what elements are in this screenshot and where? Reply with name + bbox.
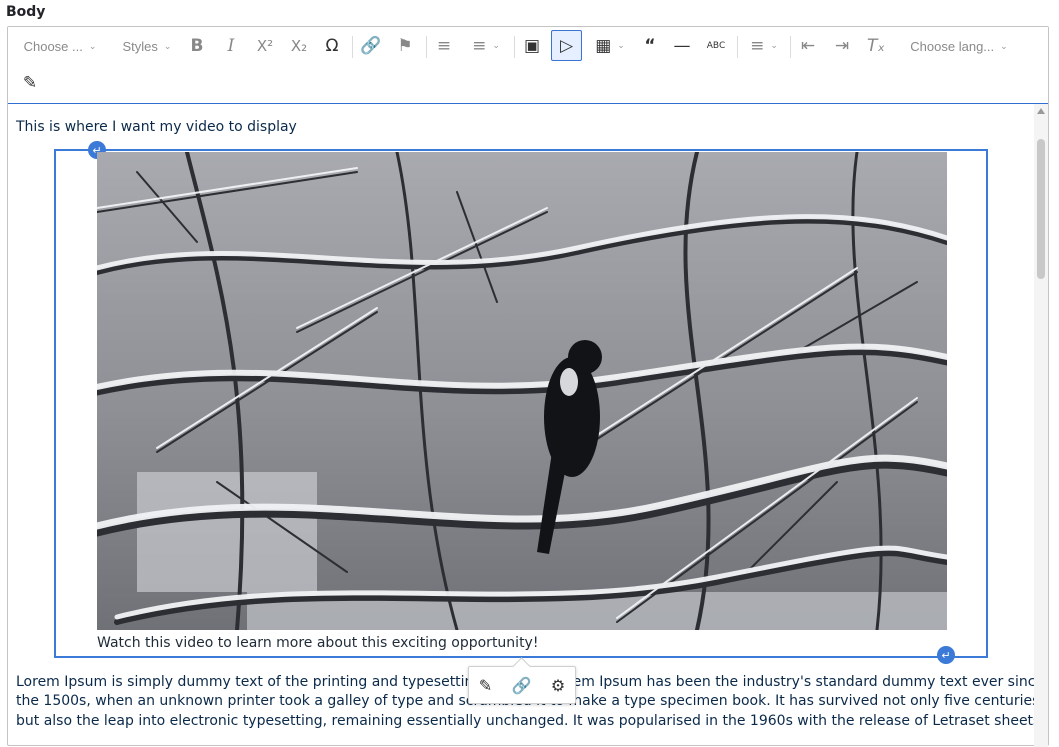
language-dropdown[interactable]: Choose lang... ⌄: [904, 32, 1014, 60]
edit-pencil-icon[interactable]: ✎: [479, 676, 492, 695]
italic-icon[interactable]: I: [217, 32, 245, 60]
toolbar-divider: [514, 36, 515, 58]
align-icon[interactable]: ≡ ⌄: [742, 32, 786, 60]
special-characters-icon[interactable]: Ω: [318, 32, 346, 60]
media-balloon-toolbar: ✎ 🔗 ⚙: [468, 666, 576, 704]
editor-scrollbar[interactable]: [1034, 104, 1048, 747]
field-label: Body: [6, 4, 46, 20]
outdent-icon[interactable]: ⇤: [794, 32, 822, 60]
source-abc-icon[interactable]: ABC: [702, 32, 730, 60]
editor-toolbar: Choose ... ⌄ Styles ⌄ B I X² X₂ Ω 🔗 ⚑ ≡ ≡ ⌄…: [8, 27, 1048, 104]
styles-dropdown[interactable]: Styles ⌄: [116, 32, 178, 60]
horizontal-line-icon[interactable]: —: [668, 32, 696, 60]
source-editing-icon[interactable]: ✎: [16, 69, 44, 97]
anchor-flag-icon[interactable]: ⚑: [391, 32, 419, 60]
numbered-list-icon[interactable]: ≡ ⌄: [464, 32, 508, 60]
chevron-down-icon: ⌄: [770, 41, 778, 51]
link-icon[interactable]: 🔗: [357, 32, 385, 60]
scroll-up-arrow-icon[interactable]: [1037, 108, 1045, 114]
rich-text-editor: Choose ... ⌄ Styles ⌄ B I X² X₂ Ω 🔗 ⚑ ≡ ≡ ⌄…: [7, 26, 1049, 747]
heading-dropdown[interactable]: Choose ... ⌄: [20, 32, 100, 60]
chevron-down-icon: ⌄: [492, 41, 500, 51]
insert-paragraph-after-icon[interactable]: ↵: [937, 646, 955, 664]
video-caption[interactable]: Watch this video to learn more about thi…: [97, 635, 538, 651]
toolbar-divider: [790, 36, 791, 58]
styles-dropdown-label: Styles: [122, 38, 158, 54]
chevron-down-icon: ⌄: [88, 40, 97, 51]
toolbar-divider: [352, 36, 353, 58]
toolbar-divider: [737, 36, 738, 58]
gear-icon[interactable]: ⚙: [551, 676, 565, 695]
superscript-icon[interactable]: X²: [251, 32, 279, 60]
editor-content[interactable]: This is where I want my video to display…: [8, 103, 1048, 747]
block-quote-icon[interactable]: “: [636, 32, 664, 60]
media-play-icon[interactable]: ▷: [551, 30, 582, 61]
body-paragraph-line: but also the leap into electronic typese…: [16, 713, 1041, 729]
chevron-down-icon: ⌄: [1000, 40, 1008, 51]
intro-paragraph: This is where I want my video to display: [16, 119, 297, 135]
bulleted-list-icon[interactable]: ≡: [430, 32, 458, 60]
image-icon[interactable]: ▣: [518, 32, 546, 60]
indent-icon[interactable]: ⇥: [828, 32, 856, 60]
link-icon[interactable]: 🔗: [512, 676, 532, 695]
language-dropdown-label: Choose lang...: [910, 38, 995, 54]
scrollbar-thumb[interactable]: [1037, 139, 1045, 279]
chevron-down-icon: ⌄: [617, 41, 625, 51]
chevron-down-icon: ⌄: [163, 40, 172, 51]
video-preview[interactable]: [97, 152, 947, 630]
subscript-icon[interactable]: X₂: [285, 32, 313, 60]
remove-format-icon[interactable]: Tₓ: [862, 32, 890, 60]
table-icon[interactable]: ▦ ⌄: [588, 32, 632, 60]
bold-icon[interactable]: B: [183, 32, 211, 60]
heading-dropdown-label: Choose ...: [23, 38, 83, 54]
toolbar-divider: [426, 36, 427, 58]
media-embed-widget[interactable]: ↵ Watch this video to learn more about t…: [54, 141, 988, 664]
